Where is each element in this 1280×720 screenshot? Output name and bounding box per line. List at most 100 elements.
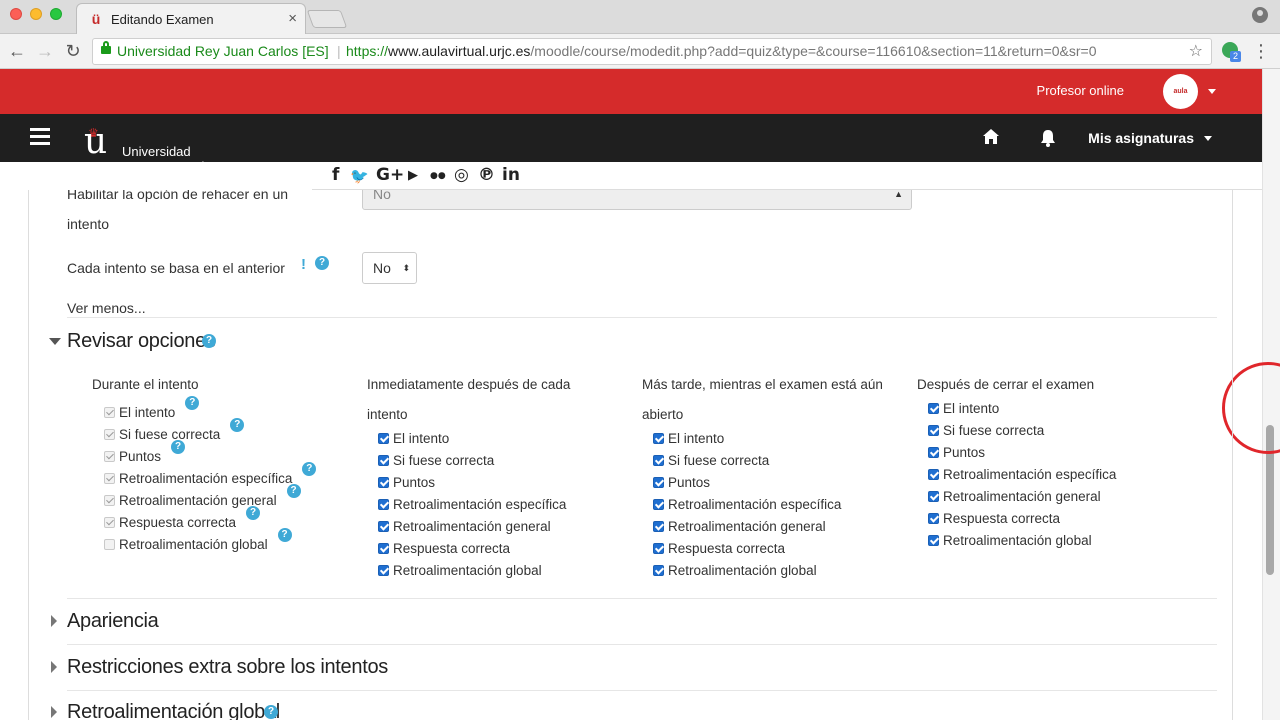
review-option[interactable]: Respuesta correcta bbox=[653, 538, 785, 560]
pinterest-icon[interactable]: ℗ bbox=[478, 165, 495, 185]
review-option[interactable]: Retroalimentación global? bbox=[104, 528, 292, 556]
checkbox[interactable] bbox=[653, 454, 664, 466]
review-option[interactable]: Respuesta correcta bbox=[928, 508, 1060, 530]
mis-asignaturas-caret-icon[interactable] bbox=[1204, 136, 1212, 145]
checkbox[interactable] bbox=[928, 424, 939, 436]
checkbox[interactable] bbox=[928, 468, 939, 480]
review-option[interactable]: Si fuese correcta bbox=[928, 420, 1044, 442]
review-option[interactable]: El intento? bbox=[104, 396, 200, 424]
collapse-triangle-icon[interactable] bbox=[49, 338, 61, 345]
checkbox[interactable] bbox=[928, 534, 939, 546]
facebook-icon[interactable]: f bbox=[332, 165, 339, 185]
checkbox[interactable] bbox=[104, 406, 115, 418]
review-option[interactable]: Si fuese correcta bbox=[378, 450, 494, 472]
window-close-button[interactable] bbox=[10, 8, 22, 20]
review-option[interactable]: Puntos bbox=[378, 472, 435, 494]
checkbox[interactable] bbox=[104, 428, 115, 440]
new-tab-button[interactable] bbox=[306, 10, 348, 28]
google-plus-icon[interactable]: G+ bbox=[376, 165, 404, 185]
checkbox[interactable] bbox=[378, 498, 389, 510]
avatar[interactable]: aula virtual bbox=[1163, 74, 1198, 130]
checkbox[interactable] bbox=[653, 520, 664, 532]
expand-triangle-icon[interactable] bbox=[51, 615, 57, 627]
twitter-icon[interactable]: 🐦 bbox=[350, 167, 369, 185]
section-title-revisar[interactable]: Revisar opciones bbox=[67, 330, 216, 353]
help-icon[interactable]: ? bbox=[202, 334, 216, 348]
checkbox[interactable] bbox=[653, 432, 664, 444]
user-menu-caret-icon[interactable] bbox=[1208, 89, 1216, 98]
help-icon[interactable]: ? bbox=[302, 462, 317, 476]
checkbox[interactable] bbox=[928, 512, 939, 524]
hamburger-menu-icon[interactable] bbox=[30, 128, 50, 146]
review-option[interactable]: Retroalimentación específica bbox=[928, 464, 1116, 486]
basa-select[interactable]: No ⬍ bbox=[362, 252, 417, 284]
help-icon[interactable]: ? bbox=[171, 440, 186, 454]
checkbox[interactable] bbox=[928, 446, 939, 458]
checkbox[interactable] bbox=[378, 542, 389, 554]
expand-triangle-icon[interactable] bbox=[51, 706, 57, 718]
help-icon[interactable]: ? bbox=[230, 418, 245, 432]
bell-icon[interactable] bbox=[1040, 129, 1056, 147]
youtube-icon[interactable]: ▶ bbox=[408, 168, 418, 183]
review-option[interactable]: Retroalimentación global bbox=[928, 530, 1092, 552]
review-option[interactable]: Retroalimentación específica bbox=[378, 494, 566, 516]
checkbox[interactable] bbox=[653, 476, 664, 488]
review-option[interactable]: Respuesta correcta? bbox=[104, 506, 261, 534]
checkbox[interactable] bbox=[378, 432, 389, 444]
checkbox[interactable] bbox=[104, 516, 115, 528]
instagram-icon[interactable]: ◎ bbox=[454, 165, 469, 185]
profile-icon[interactable] bbox=[1252, 7, 1268, 23]
rehacer-select[interactable]: No ▲ bbox=[362, 190, 912, 210]
window-minimize-button[interactable] bbox=[30, 8, 42, 20]
review-option[interactable]: Retroalimentación general bbox=[928, 486, 1101, 508]
review-option[interactable]: Retroalimentación general bbox=[378, 516, 551, 538]
help-icon[interactable]: ? bbox=[185, 396, 200, 410]
reload-icon[interactable]: ↻ bbox=[62, 40, 84, 62]
review-option[interactable]: Retroalimentación global bbox=[653, 560, 817, 582]
review-option[interactable]: Puntos bbox=[653, 472, 710, 494]
review-option[interactable]: El intento bbox=[653, 428, 724, 450]
review-option[interactable]: Retroalimentación global bbox=[378, 560, 542, 582]
bookmark-star-icon[interactable]: ☆ bbox=[1189, 39, 1203, 64]
section-title-apariencia[interactable]: Apariencia bbox=[67, 610, 159, 633]
checkbox[interactable] bbox=[104, 450, 115, 462]
address-bar[interactable]: Universidad Rey Juan Carlos [ES] | https… bbox=[92, 38, 1212, 65]
review-option[interactable]: Retroalimentación específica? bbox=[104, 462, 317, 490]
review-option[interactable]: Retroalimentación general bbox=[653, 516, 826, 538]
user-name[interactable]: Profesor online bbox=[1037, 83, 1124, 98]
section-title-restricciones[interactable]: Restricciones extra sobre los intentos bbox=[67, 656, 388, 679]
review-option[interactable]: Si fuese correcta bbox=[653, 450, 769, 472]
review-option[interactable]: Puntos? bbox=[104, 440, 186, 468]
checkbox[interactable] bbox=[104, 472, 115, 484]
section-title-retro-global[interactable]: Retroalimentación global bbox=[67, 701, 280, 720]
browser-tab-active[interactable]: ü Editando Examen × bbox=[76, 3, 306, 34]
checkbox[interactable] bbox=[653, 542, 664, 554]
review-option[interactable]: Respuesta correcta bbox=[378, 538, 510, 560]
browser-menu-icon[interactable]: ⋮ bbox=[1252, 40, 1270, 62]
flickr-icon[interactable]: ●● bbox=[430, 171, 446, 181]
checkbox[interactable] bbox=[104, 494, 115, 506]
back-arrow-icon[interactable]: ← bbox=[6, 40, 28, 62]
ver-menos-link[interactable]: Ver menos... bbox=[67, 300, 146, 316]
checkbox[interactable] bbox=[378, 564, 389, 576]
window-zoom-button[interactable] bbox=[50, 8, 62, 20]
review-option[interactable]: Retroalimentación específica bbox=[653, 494, 841, 516]
checkbox[interactable] bbox=[653, 564, 664, 576]
review-option[interactable]: El intento bbox=[378, 428, 449, 450]
checkbox[interactable] bbox=[928, 490, 939, 502]
home-icon[interactable] bbox=[982, 128, 1000, 146]
help-icon[interactable]: ? bbox=[246, 506, 261, 520]
linkedin-icon[interactable]: in bbox=[502, 165, 520, 185]
tab-close-icon[interactable]: × bbox=[288, 10, 297, 27]
forward-arrow-icon[interactable]: → bbox=[34, 40, 56, 62]
review-option[interactable]: Puntos bbox=[928, 442, 985, 464]
expand-triangle-icon[interactable] bbox=[51, 661, 57, 673]
checkbox[interactable] bbox=[378, 454, 389, 466]
checkbox[interactable] bbox=[104, 538, 115, 550]
review-option[interactable]: Retroalimentación general? bbox=[104, 484, 301, 512]
help-icon[interactable]: ? bbox=[286, 484, 301, 498]
checkbox[interactable] bbox=[378, 520, 389, 532]
review-option[interactable]: El intento bbox=[928, 398, 999, 420]
help-icon[interactable]: ? bbox=[315, 256, 329, 270]
checkbox[interactable] bbox=[378, 476, 389, 488]
